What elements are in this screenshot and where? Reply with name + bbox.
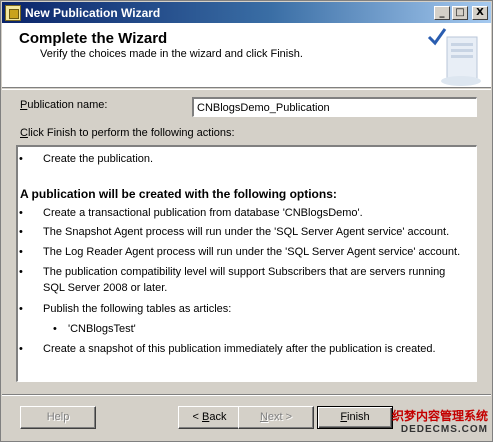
wizard-checkmark-icon bbox=[427, 28, 481, 86]
page-title: Complete the Wizard bbox=[19, 30, 168, 47]
app-icon bbox=[5, 4, 21, 21]
minimize-button[interactable]: _ bbox=[434, 5, 450, 20]
actions-label: Click Finish to perform the following ac… bbox=[20, 127, 235, 139]
options-heading: A publication will be created with the f… bbox=[20, 187, 337, 201]
header-divider bbox=[2, 89, 491, 90]
maximize-button[interactable]: □ bbox=[452, 5, 468, 20]
publication-name-input[interactable] bbox=[192, 97, 477, 117]
window-title: New Publication Wizard bbox=[25, 5, 161, 20]
wizard-header: Complete the Wizard Verify the choices m… bbox=[2, 23, 491, 88]
wizard-window: New Publication Wizard _ □ X Complete th… bbox=[0, 0, 493, 442]
actions-summary-box[interactable]: • Create the publication. A publication … bbox=[16, 145, 477, 382]
title-bar[interactable]: New Publication Wizard _ □ X bbox=[2, 2, 491, 23]
next-button[interactable]: Next > bbox=[238, 406, 314, 429]
close-button[interactable]: X bbox=[472, 5, 488, 20]
back-button[interactable]: < Back bbox=[178, 406, 241, 429]
help-button[interactable]: Help bbox=[20, 406, 96, 429]
action-create-publication: Create the publication. bbox=[43, 153, 154, 165]
watermark: 织梦内容管理系统 DEDECMS.COM bbox=[391, 409, 488, 435]
publication-name-label: Publication name: bbox=[20, 99, 108, 111]
page-subtitle: Verify the choices made in the wizard an… bbox=[40, 48, 303, 60]
